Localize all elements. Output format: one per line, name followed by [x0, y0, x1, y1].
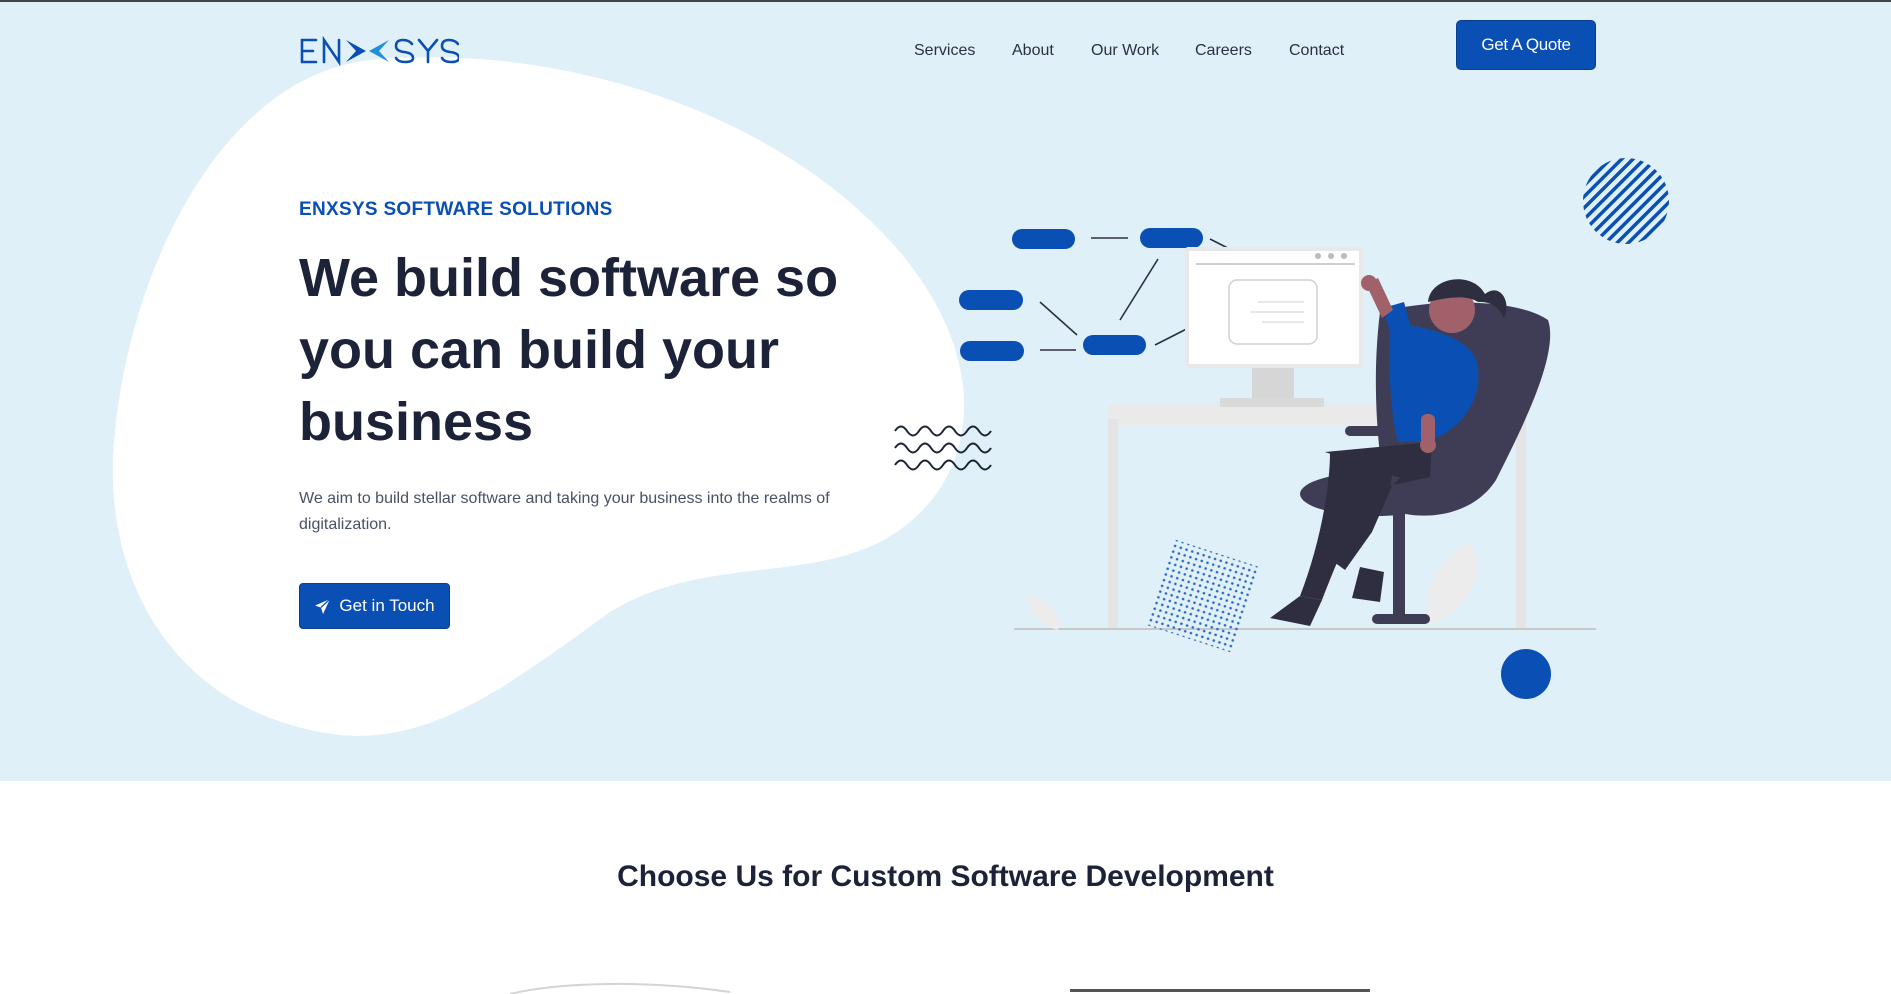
- hero-headline: We build software so you can build your …: [299, 242, 899, 458]
- hero-description: We aim to build stellar software and tak…: [299, 490, 830, 533]
- leaf-left-decoration: [1027, 594, 1059, 630]
- get-in-touch-label: Get in Touch: [339, 596, 435, 615]
- dot-grid-decoration: [1146, 539, 1260, 653]
- monitor: [1185, 247, 1363, 407]
- nav-services[interactable]: Services: [914, 42, 975, 60]
- headline-line-1: We build software so: [299, 248, 839, 308]
- section-title: Choose Us for Custom Software Developmen…: [617, 860, 1274, 893]
- enxsys-logo[interactable]: [299, 35, 459, 67]
- leaf-right-decoration: [1426, 542, 1477, 624]
- striped-circle-decoration: [1583, 158, 1669, 244]
- nav-our-work[interactable]: Our Work: [1091, 42, 1159, 60]
- flow-node-pills: [959, 228, 1203, 361]
- paper-plane-icon: [315, 598, 331, 614]
- get-a-quote-button[interactable]: Get A Quote: [1456, 20, 1596, 70]
- headline-line-2: you can build your: [299, 320, 780, 380]
- nav-contact[interactable]: Contact: [1289, 42, 1344, 60]
- hero-eyebrow: ENXSYS SOFTWARE SOLUTIONS: [299, 199, 613, 220]
- wave-lines-decoration: [894, 425, 992, 471]
- developer-illustration: [894, 158, 1669, 699]
- headline-line-3: business: [299, 392, 534, 452]
- section-text-preview: [1070, 986, 1450, 994]
- hero-section: Services About Our Work Careers Contact …: [0, 2, 1891, 781]
- nav-about[interactable]: About: [1012, 42, 1054, 60]
- nav-careers[interactable]: Careers: [1195, 42, 1252, 60]
- section-illustration-edge: [509, 982, 731, 994]
- get-in-touch-button[interactable]: Get in Touch: [299, 583, 450, 629]
- blue-dot-decoration: [1501, 649, 1551, 699]
